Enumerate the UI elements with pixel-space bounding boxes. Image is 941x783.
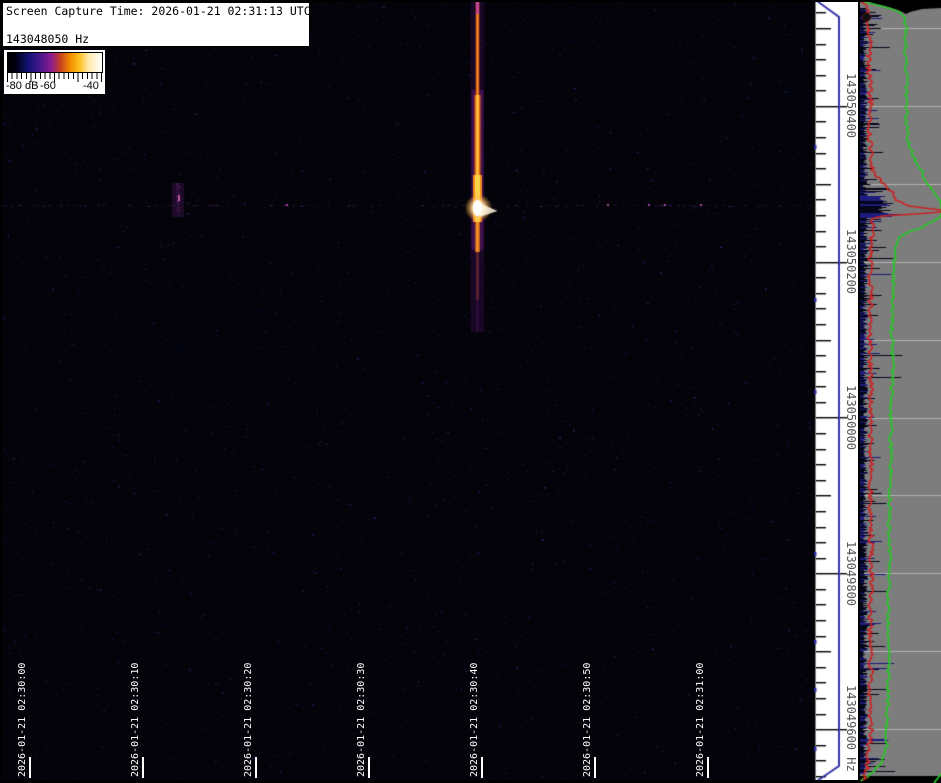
- time-label: 2026-01-21 02:31:00: [695, 662, 706, 777]
- frequency-label: 143050000: [844, 385, 858, 451]
- frequency-label: 143049800: [844, 541, 858, 607]
- time-label: 2026-01-21 02:30:50: [582, 662, 593, 777]
- time-tick-mark: [142, 757, 144, 778]
- colorbar-label-mid: -60: [40, 80, 56, 92]
- time-label: 2026-01-21 02:30:40: [469, 662, 480, 777]
- time-tick-mark: [594, 757, 596, 778]
- center-frequency-text: 143048050 Hz: [6, 32, 90, 46]
- time-label: 2026-01-21 02:30:10: [130, 662, 141, 777]
- time-tick-mark: [29, 757, 31, 778]
- time-label: 2026-01-21 02:30:00: [17, 662, 28, 777]
- colorbar-label-max: -40: [83, 80, 99, 92]
- capture-info-box: Screen Capture Time: 2026-01-21 02:31:13…: [2, 2, 311, 74]
- spectrogram-capture-window: Screen Capture Time: 2026-01-21 02:31:13…: [0, 0, 941, 783]
- colorbar-label-min: -80 dB: [6, 80, 39, 92]
- time-tick-mark: [255, 757, 257, 778]
- frequency-label: 143050400: [844, 73, 858, 139]
- time-tick-mark: [481, 757, 483, 778]
- window-border: [0, 0, 941, 2]
- frequency-label: 143050200: [844, 229, 858, 295]
- frequency-label: 143049600 Hz: [844, 685, 858, 772]
- time-tick-mark: [368, 757, 370, 778]
- live-spectrum-panel: [860, 0, 941, 783]
- colorbar: -80 dB -60 -40: [4, 50, 105, 94]
- spectrogram-waterfall: [0, 0, 814, 783]
- window-border: [0, 0, 2, 783]
- colorbar-gradient: [7, 52, 103, 73]
- time-label: 2026-01-21 02:30:30: [356, 662, 367, 777]
- capture-time-text: Screen Capture Time: 2026-01-21 02:31:13…: [6, 4, 311, 18]
- time-label: 2026-01-21 02:30:20: [243, 662, 254, 777]
- time-tick-mark: [707, 757, 709, 778]
